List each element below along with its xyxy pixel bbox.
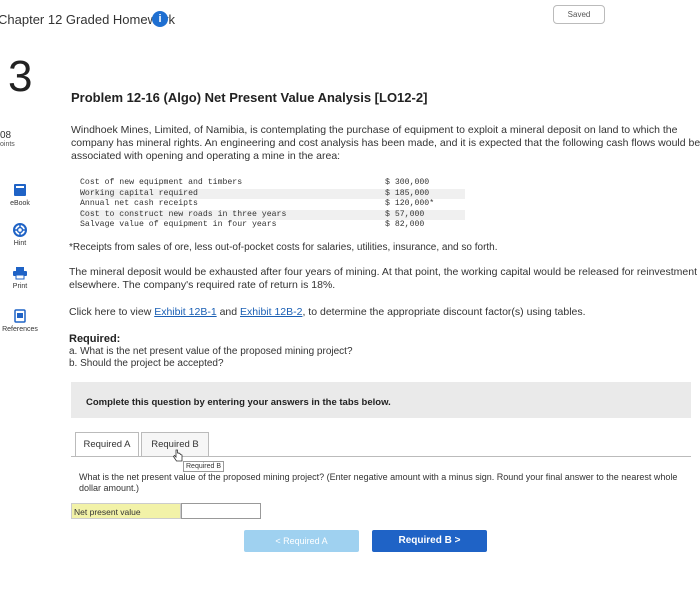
next-tab-button[interactable]: Required B > <box>372 530 487 552</box>
required-heading: Required: <box>69 333 121 345</box>
book-icon <box>14 184 26 196</box>
document-icon <box>14 309 26 323</box>
table-row: Salvage value of equipment in four years… <box>80 220 465 231</box>
exhibit-prefix: Click here to view <box>69 306 155 318</box>
table-row: Cost of new equipment and timbers $ 300,… <box>80 178 465 189</box>
cash-flow-amount: $ 120,000* <box>385 199 435 209</box>
cash-flow-amount: $ 185,000 <box>385 188 430 198</box>
points-value: 08 <box>0 130 12 141</box>
saved-status-badge: Saved <box>553 5 605 24</box>
lifebuoy-icon <box>13 223 27 237</box>
exhibit-and: and <box>216 306 241 318</box>
problem-title: Problem 12-16 (Algo) Net Present Value A… <box>71 90 428 105</box>
required-b-text: b. Should the project be accepted? <box>69 358 224 369</box>
instruction-text: Complete this question by entering your … <box>86 397 391 408</box>
printer-icon <box>13 267 27 280</box>
exhibit-instructions: Click here to view Exhibit 12B-1 and Exh… <box>69 306 586 318</box>
cash-flow-amount: $ 82,000 <box>385 220 425 230</box>
table-row: Working capital required $ 185,000 <box>80 188 465 200</box>
cash-flow-label: Cost to construct new roads in three yea… <box>80 209 287 219</box>
required-a-text: a. What is the net present value of the … <box>69 346 353 357</box>
cash-flow-label: Cost of new equipment and timbers <box>80 178 243 187</box>
exhibit-12b-1-link[interactable]: Exhibit 12B-1 <box>154 306 216 318</box>
assignment-title: Chapter 12 Graded Homework <box>0 12 176 27</box>
exhibit-12b-2-link[interactable]: Exhibit 12B-2 <box>240 306 302 318</box>
mineral-deposit-text: The mineral deposit would be exhausted a… <box>69 266 698 291</box>
tab-question-text: What is the net present value of the pro… <box>79 472 678 493</box>
tab-tooltip: Required B <box>183 461 225 472</box>
question-number: 3 <box>8 52 33 101</box>
cash-flow-label: Annual net cash receipts <box>80 199 198 209</box>
hint-label: Hint <box>13 240 27 247</box>
cash-flow-amount: $ 300,000 <box>385 178 430 187</box>
table-row: Annual net cash receipts $ 120,000* <box>80 199 465 210</box>
ebook-label: eBook <box>10 200 30 207</box>
ebook-button[interactable]: eBook <box>0 183 42 207</box>
tab-required-a[interactable]: Required A <box>75 432 139 457</box>
hint-button[interactable]: Hint <box>0 223 42 247</box>
cash-flow-label: Working capital required <box>80 188 198 198</box>
cash-flow-table: Cost of new equipment and timbers $ 300,… <box>80 178 465 231</box>
cash-flow-label: Salvage value of equipment in four years <box>80 220 277 230</box>
references-button[interactable]: References <box>0 309 42 333</box>
previous-tab-button[interactable]: < Required A <box>244 530 359 552</box>
hand-cursor-icon <box>172 449 183 462</box>
points-label: oints <box>0 141 15 148</box>
exhibit-suffix: , to determine the appropriate discount … <box>302 306 586 318</box>
references-label: References <box>2 326 38 333</box>
receipts-footnote: *Receipts from sales of ore, less out-of… <box>69 242 498 253</box>
npv-label: Net present value <box>71 503 181 519</box>
cash-flow-amount: $ 57,000 <box>385 209 425 219</box>
print-label: Print <box>12 283 28 290</box>
info-icon[interactable]: i <box>152 11 168 27</box>
npv-input[interactable] <box>181 503 261 519</box>
print-button[interactable]: Print <box>0 266 42 290</box>
table-row: Cost to construct new roads in three yea… <box>80 209 465 221</box>
problem-intro: Windhoek Mines, Limited, of Namibia, is … <box>71 124 700 162</box>
